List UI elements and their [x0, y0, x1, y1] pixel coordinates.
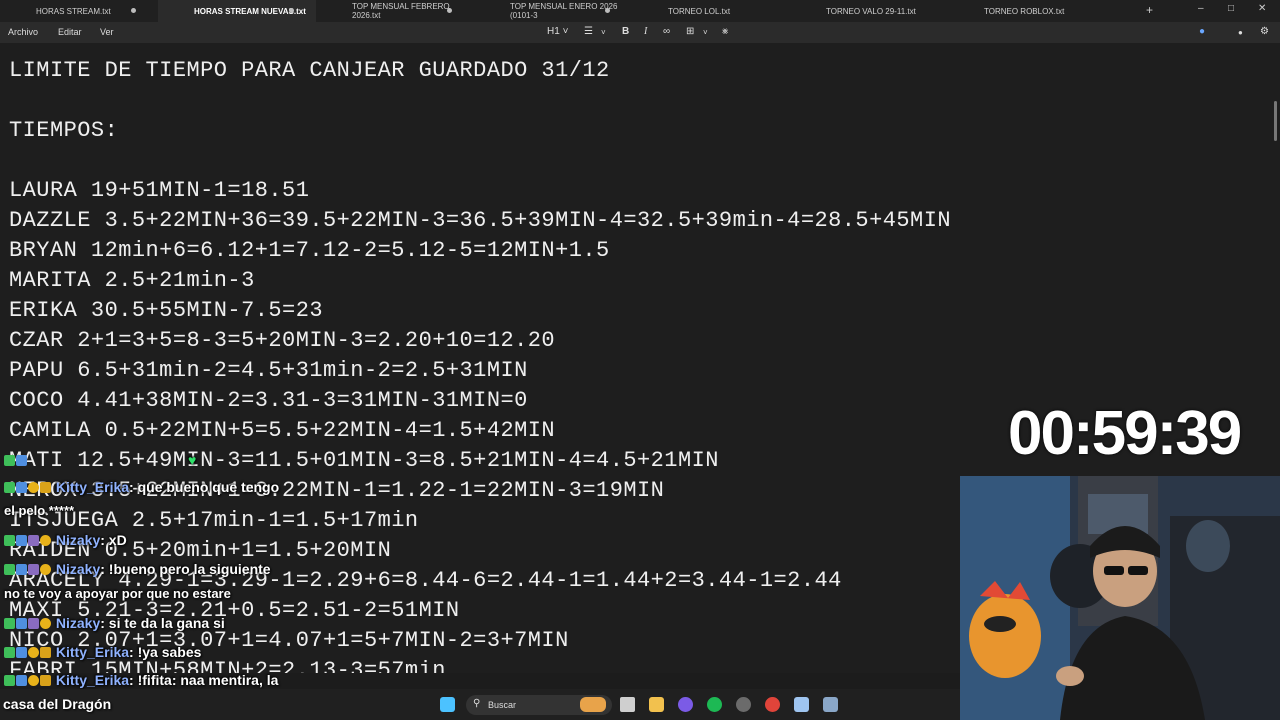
tab-top-mensual-enero[interactable]: TOP MENSUAL ENERO 2026 (0101-3 — [474, 0, 632, 22]
italic-icon[interactable]: I — [644, 26, 647, 37]
text-line: TIEMPOS: — [9, 118, 119, 143]
text-line: LIMITE DE TIEMPO PARA CANJEAR GUARDADO 3… — [9, 58, 610, 83]
menu-bar: Archivo Editar Ver H1 ˅ ☰ ˅ B I ∞ ⊞ ˅ ⨳ … — [0, 22, 1280, 43]
webcam-image — [960, 476, 1280, 720]
tab-label: TORNEO ROBLOX.txt — [984, 6, 1065, 16]
text-line: MARITA 2.5+21min-3 — [9, 268, 255, 293]
unsaved-dot-icon — [131, 8, 136, 13]
tab-torneo-valo[interactable]: TORNEO VALO 29-11.txt — [790, 0, 948, 22]
text-line: MAXI 5.21-3=2.21+0.5=2.51-2=51MIN — [9, 598, 460, 623]
unsaved-dot-icon — [605, 8, 610, 13]
clear-format-icon[interactable]: ⨳ — [722, 26, 728, 37]
tab-label: TOP MENSUAL ENERO 2026 (0101-3 — [510, 2, 618, 20]
tab-bar: HORAS STREAM.txt HORAS STREAM NUEVAS.txt… — [0, 0, 1280, 22]
webcam-feed — [960, 476, 1280, 720]
copilot-icon[interactable]: ● — [1199, 26, 1205, 37]
heading-label: H1 — [547, 26, 560, 37]
tab-horas-stream[interactable]: HORAS STREAM.txt — [0, 0, 158, 22]
file-explorer-icon[interactable] — [649, 697, 664, 712]
menu-file[interactable]: Archivo — [8, 27, 38, 37]
text-line: LAURA 19+51MIN-1=18.51 — [9, 178, 310, 203]
chat-text: casa del Dragón — [3, 696, 112, 712]
badge-icon — [40, 675, 51, 686]
text-line: ITSJUEGA 2.5+17min-1=1.5+17min — [9, 508, 419, 533]
minimize-icon[interactable]: – — [1198, 3, 1204, 14]
chat-text: : !fifita: naa mentira, la — [129, 672, 279, 688]
close-icon[interactable]: ✕ — [1258, 3, 1266, 14]
tab-label: HORAS STREAM.txt — [36, 6, 111, 16]
list-icon[interactable]: ☰ — [584, 26, 593, 37]
search-placeholder: Buscar — [488, 700, 517, 710]
app-icon[interactable] — [736, 697, 751, 712]
text-line: BRYAN 12min+6=6.12+1=7.12-2=5.12-5=12MIN… — [9, 238, 610, 263]
text-line: CZAR 2+1=3+5=8-3=5+20MIN-3=2.20+10=12.20 — [9, 328, 556, 353]
unsaved-dot-icon — [289, 8, 294, 13]
start-windows-icon[interactable] — [440, 697, 455, 712]
tab-horas-stream-nuevas[interactable]: HORAS STREAM NUEVAS.txt — [158, 0, 316, 22]
text-line: MATI 12.5+49MIN-3=11.5+01MIN-3=8.5+21MIN… — [9, 448, 719, 473]
text-line: NEROX 3.5+22MIN+1=3.22MIN-1=1.22-1=22MIN… — [9, 478, 665, 503]
maximize-icon[interactable]: □ — [1228, 3, 1234, 14]
menu-view[interactable]: Ver — [100, 27, 114, 37]
stream-timer: 00:59:39 — [1008, 399, 1242, 468]
tab-top-mensual-febrero[interactable]: TOP MENSUAL FEBRERO 2026.txt — [316, 0, 474, 22]
discord-icon[interactable] — [678, 697, 693, 712]
tab-label: TORNEO LOL.txt — [668, 6, 731, 16]
search-icon: ⚲ — [473, 698, 481, 709]
chevron-down-icon: ˅ — [562, 26, 569, 37]
tab-torneo-lol[interactable]: TORNEO LOL.txt — [632, 0, 790, 22]
spotify-icon[interactable] — [707, 697, 722, 712]
task-view-icon[interactable] — [620, 697, 635, 712]
notepad-icon[interactable] — [794, 697, 809, 712]
taskbar-search[interactable]: ⚲ Buscar — [466, 695, 612, 715]
chrome-icon[interactable] — [765, 697, 780, 712]
tab-label: TOP MENSUAL FEBRERO 2026.txt — [352, 2, 450, 20]
text-line: RAIDEN 0.5+20min+1=1.5+20MIN — [9, 538, 392, 563]
text-line: CAMILA 0.5+22MIN+5=5.5+22MIN-4=1.5+42MIN — [9, 418, 556, 443]
chevron-down-icon: ˅ — [601, 28, 606, 37]
chat-message: Kitty_Erika: !fifita: naa mentira, la — [4, 672, 278, 688]
text-line: COCO 4.41+38MIN-2=3.31-3=31MIN-31MIN=0 — [9, 388, 528, 413]
text-line: NICO 2.07+1=3.07+1=4.07+1=5+7MIN-2=3+7MI… — [9, 628, 569, 653]
chevron-down-icon: ˅ — [703, 28, 708, 37]
settings-gear-icon[interactable]: ⚙ — [1260, 26, 1269, 37]
text-line: FABRI 15MIN+58MIN+2=2.13-3=57min — [9, 658, 446, 673]
tab-label: TORNEO VALO 29-11.txt — [826, 6, 916, 16]
search-highlight-icon — [580, 697, 606, 712]
bold-icon[interactable]: B — [622, 26, 629, 37]
text-line: ARACELY 4.29-1=3.29-1=2.29+6=8.44-6=2.44… — [9, 568, 842, 593]
badge-icon — [4, 675, 15, 686]
account-icon[interactable]: ● — [1238, 28, 1243, 37]
scrollbar-thumb[interactable] — [1274, 101, 1277, 141]
badge-icon — [28, 675, 39, 686]
text-line: ERIKA 30.5+55MIN-7.5=23 — [9, 298, 323, 323]
table-icon[interactable]: ⊞ — [686, 26, 694, 37]
chat-username: Kitty_Erika — [55, 672, 130, 688]
text-line: DAZZLE 3.5+22MIN+36=39.5+22MIN-3=36.5+39… — [9, 208, 951, 233]
link-icon[interactable]: ∞ — [663, 26, 670, 37]
new-tab-plus-icon[interactable]: + — [1146, 3, 1153, 17]
tab-torneo-roblox[interactable]: TORNEO ROBLOX.txt — [948, 0, 1106, 22]
chat-message: casa del Dragón — [3, 696, 111, 712]
menu-edit[interactable]: Editar — [58, 27, 82, 37]
calculator-icon[interactable] — [823, 697, 838, 712]
badge-icon — [16, 675, 27, 686]
heading-dropdown[interactable]: H1 ˅ — [547, 26, 568, 37]
unsaved-dot-icon — [447, 8, 452, 13]
text-line: PAPU 6.5+31min-2=4.5+31min-2=2.5+31MIN — [9, 358, 528, 383]
